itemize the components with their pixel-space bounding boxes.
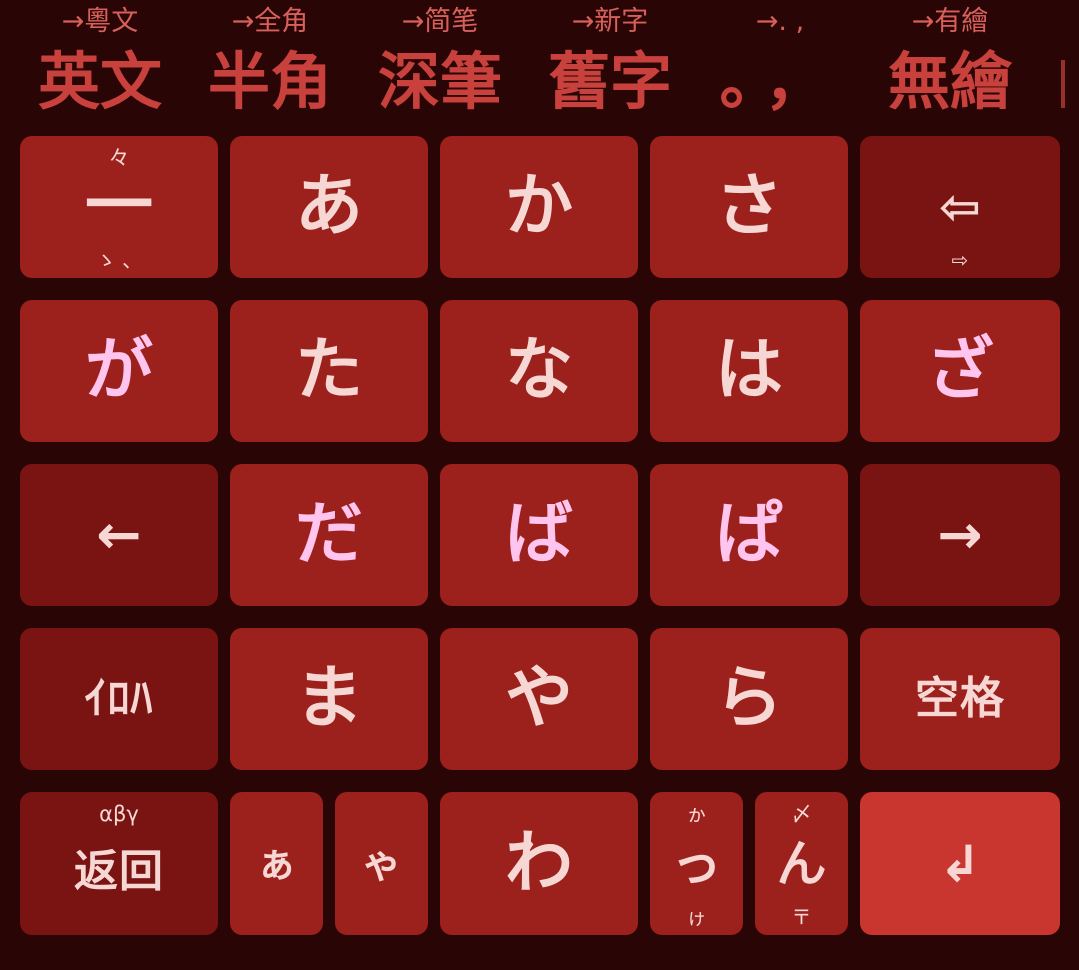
key-label: っ (671, 834, 722, 893)
key-pa[interactable]: ぱ (650, 464, 848, 606)
key-label: あ (294, 167, 363, 246)
key-label: 返回 (74, 846, 164, 898)
candidate-bar: →粵文 英文 →全角 半角 →简笔 深筆 →新字 舊字 →. , 。， →有繪 … (0, 0, 1079, 128)
key-ra[interactable]: ら (650, 628, 848, 770)
arrow-right-icon: → (937, 503, 983, 566)
key-wa[interactable]: わ (440, 792, 638, 935)
iroha-mode-key[interactable]: ｲﾛﾊ (20, 628, 218, 770)
key-da[interactable]: だ (230, 464, 428, 606)
key-label: な (504, 331, 573, 410)
key-label: だ (294, 495, 363, 574)
candidate-traditional-strokes[interactable]: →简笔 深筆 (360, 0, 520, 128)
back-key[interactable]: αβγ 返回 (20, 792, 218, 935)
key-top-hint: 〆 (791, 802, 812, 826)
forward-delete-icon: ⇨ (951, 248, 969, 272)
key-small-tsu[interactable]: ゕ っ ゖ (650, 792, 743, 935)
key-label: ば (504, 495, 573, 574)
candidate-label: 半角 (207, 45, 332, 118)
candidate-label: 舊字 (547, 45, 672, 118)
greek-mode-hint: αβγ (99, 802, 139, 826)
key-label: ら (714, 659, 783, 738)
key-label: ぁ (256, 840, 297, 887)
key-label: は (714, 331, 783, 410)
candidate-hint: →全角 (231, 6, 309, 37)
key-label: 一 (84, 167, 153, 246)
cursor-right-key[interactable]: → (860, 464, 1060, 606)
key-label: 空格 (915, 673, 1005, 724)
key-ma[interactable]: ま (230, 628, 428, 770)
key-bottom-hint: ゖ (686, 905, 707, 929)
key-label: か (504, 167, 573, 246)
candidate-label: 英文 (37, 45, 162, 118)
key-label: わ (504, 823, 573, 903)
candidate-hint: →. , (755, 6, 805, 37)
candidate-punctuation[interactable]: →. , 。， (700, 0, 860, 128)
backspace-icon: ⇦ (939, 178, 981, 236)
key-top-hint: ゕ (686, 802, 707, 826)
candidate-english[interactable]: →粵文 英文 (20, 0, 180, 128)
key-small-a[interactable]: ぁ (230, 792, 323, 935)
key-small-ya[interactable]: ゃ (335, 792, 428, 935)
key-label: が (84, 331, 153, 410)
candidate-hint: →简笔 (401, 6, 479, 37)
key-label: ゃ (361, 840, 402, 887)
key-label: ざ (925, 331, 994, 410)
candidate-hint: →粵文 (61, 6, 139, 37)
key-ya[interactable]: や (440, 628, 638, 770)
key-bottom-hint: 〒 (791, 905, 812, 929)
candidate-label: 。， (719, 45, 841, 118)
key-sa[interactable]: さ (650, 136, 848, 278)
space-key[interactable]: 空格 (860, 628, 1060, 770)
candidate-overflow-indicator (1061, 60, 1065, 108)
enter-key[interactable]: ↲ (860, 792, 1060, 935)
key-za[interactable]: ざ (860, 300, 1060, 442)
candidate-label: 無繪 (887, 45, 1012, 118)
key-ta[interactable]: た (230, 300, 428, 442)
key-label: や (504, 659, 573, 738)
candidate-hint: →有繪 (911, 6, 989, 37)
key-a[interactable]: あ (230, 136, 428, 278)
keyboard: →粵文 英文 →全角 半角 →简笔 深筆 →新字 舊字 →. , 。， →有繪 … (0, 0, 1079, 970)
key-n[interactable]: 〆 ん 〒 (755, 792, 848, 935)
key-label: ぱ (714, 495, 783, 574)
candidate-hint: →新字 (571, 6, 649, 37)
cursor-left-key[interactable]: ← (20, 464, 218, 606)
key-label: ん (776, 834, 827, 893)
candidate-label: 深筆 (377, 45, 502, 118)
key-label: ま (294, 659, 363, 738)
key-bottom-hint: ゝ 、 (95, 248, 143, 272)
key-ha[interactable]: は (650, 300, 848, 442)
candidate-old-characters[interactable]: →新字 舊字 (530, 0, 690, 128)
enter-icon: ↲ (939, 834, 981, 893)
candidate-halfwidth[interactable]: →全角 半角 (190, 0, 350, 128)
key-label: た (294, 331, 363, 410)
key-ba[interactable]: ば (440, 464, 638, 606)
backspace-key[interactable]: ⇦ ⇨ (860, 136, 1060, 278)
key-label: さ (714, 167, 783, 246)
key-na[interactable]: な (440, 300, 638, 442)
arrow-left-icon: ← (96, 503, 142, 566)
key-ga[interactable]: が (20, 300, 218, 442)
key-ka[interactable]: か (440, 136, 638, 278)
candidate-no-emoji[interactable]: →有繪 無繪 (870, 0, 1030, 128)
key-ichi[interactable]: 々 一 ゝ 、 (20, 136, 218, 278)
key-label: ｲﾛﾊ (84, 673, 154, 724)
